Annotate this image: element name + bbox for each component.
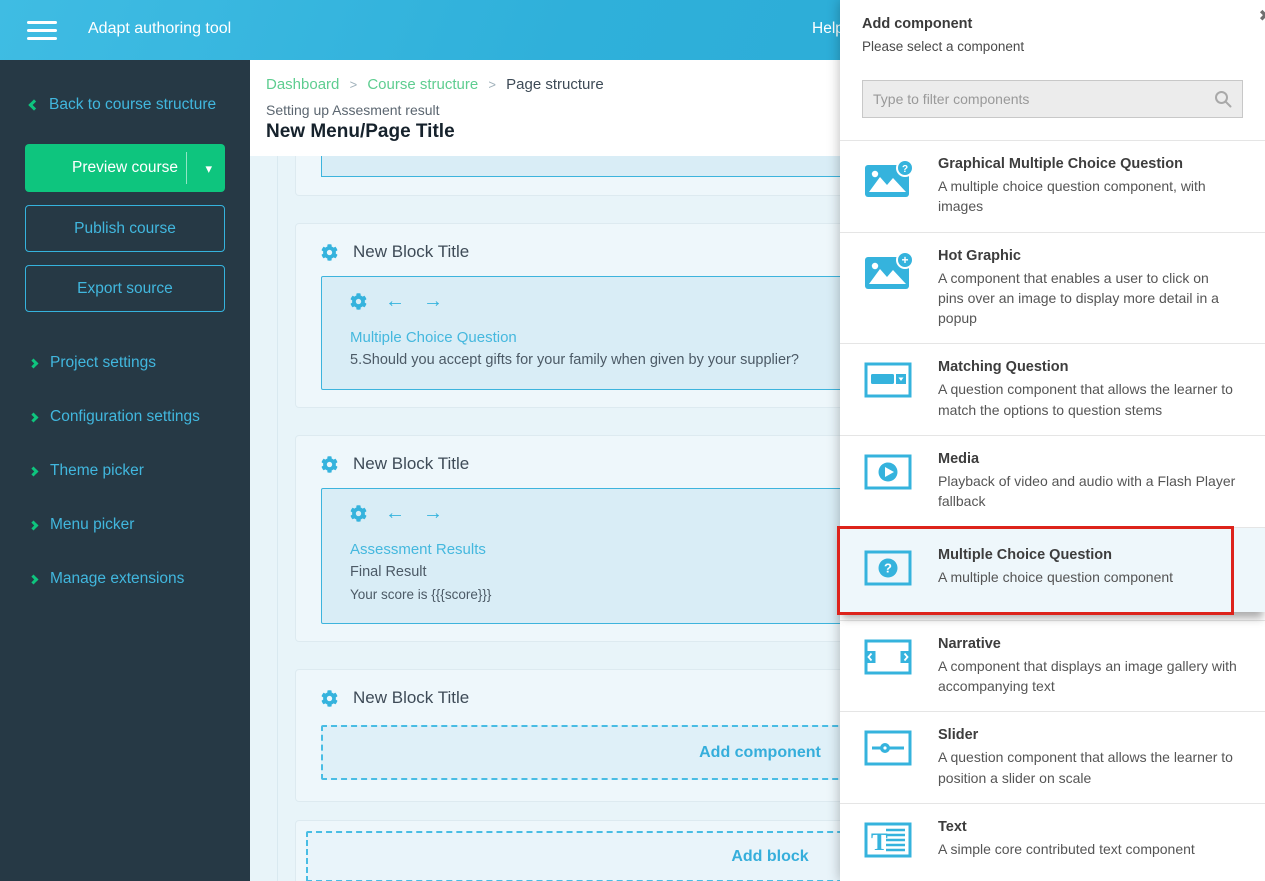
breadcrumb-separator: > <box>488 77 496 92</box>
component-item-name: Narrative <box>938 636 1238 652</box>
multiple-choice-question-icon: ? <box>864 550 914 588</box>
chevron-right-icon <box>29 412 39 422</box>
move-left-icon[interactable]: ← <box>385 291 405 311</box>
breadcrumb-course-structure[interactable]: Course structure <box>367 76 478 93</box>
component-item-hot-graphic[interactable]: + Hot Graphic A component that enables a… <box>840 232 1265 344</box>
publish-course-button[interactable]: Publish course <box>25 205 225 252</box>
sidebar-item-configuration-settings[interactable]: Configuration settings <box>30 408 250 426</box>
chevron-right-icon <box>29 466 39 476</box>
add-component-panel: ✖ Add component Please select a componen… <box>840 0 1265 881</box>
search-icon <box>1213 89 1233 109</box>
gear-icon[interactable] <box>321 690 338 707</box>
component-item-name: Text <box>938 819 1195 835</box>
graphical-multiple-choice-question-icon: ? <box>864 159 914 201</box>
export-source-button[interactable]: Export source <box>25 265 225 312</box>
text-icon: T <box>864 822 914 860</box>
preview-course-button[interactable]: Preview course ▾ <box>25 144 225 192</box>
breadcrumb-page-structure: Page structure <box>506 76 604 93</box>
component-item-name: Multiple Choice Question <box>938 547 1173 563</box>
export-source-label: Export source <box>77 280 173 298</box>
component-item-name: Slider <box>938 727 1238 743</box>
block-title: New Block Title <box>353 454 469 474</box>
component-item-narrative[interactable]: Narrative A component that displays an i… <box>840 620 1265 712</box>
app-title: Adapt authoring tool <box>88 20 231 38</box>
move-right-icon[interactable]: → <box>423 291 443 311</box>
component-item-description: Playback of video and audio with a Flash… <box>938 471 1238 512</box>
svg-text:?: ? <box>884 560 892 575</box>
chevron-right-icon <box>29 574 39 584</box>
component-item-matching-question[interactable]: Matching Question A question component t… <box>840 343 1265 435</box>
component-item-description: A question component that allows the lea… <box>938 747 1238 788</box>
move-right-icon[interactable]: → <box>423 503 443 523</box>
hamburger-menu-icon[interactable] <box>27 21 57 40</box>
matching-question-icon <box>864 362 914 400</box>
svg-text:?: ? <box>902 164 908 175</box>
sidebar-item-project-settings[interactable]: Project settings <box>30 354 250 372</box>
close-icon[interactable]: ✖ <box>1259 6 1265 26</box>
sidebar-item-menu-picker[interactable]: Menu picker <box>30 516 250 534</box>
gear-icon[interactable] <box>350 505 367 522</box>
button-divider <box>186 152 187 184</box>
sidebar-item-manage-extensions[interactable]: Manage extensions <box>30 570 250 588</box>
slider-icon <box>864 730 914 768</box>
component-item-name: Matching Question <box>938 359 1238 375</box>
block-title: New Block Title <box>353 242 469 262</box>
svg-text:T: T <box>871 829 888 856</box>
component-list: ? Graphical Multiple Choice Question A m… <box>840 140 1265 880</box>
chevron-left-icon <box>28 99 39 110</box>
chevron-right-icon <box>29 358 39 368</box>
component-item-name: Hot Graphic <box>938 248 1238 264</box>
sidebar-item-theme-picker[interactable]: Theme picker <box>30 462 250 480</box>
component-item-graphical-multiple-choice-question[interactable]: ? Graphical Multiple Choice Question A m… <box>840 140 1265 232</box>
breadcrumb-dashboard[interactable]: Dashboard <box>266 76 339 93</box>
breadcrumb-separator: > <box>350 77 358 92</box>
sidebar-links: Project settings Configuration settings … <box>0 354 250 588</box>
sidebar-item-label: Configuration settings <box>50 408 200 426</box>
preview-course-label: Preview course <box>72 159 178 177</box>
publish-course-label: Publish course <box>74 220 176 238</box>
block-title: New Block Title <box>353 688 469 708</box>
sidebar-item-label: Project settings <box>50 354 156 372</box>
sidebar-item-label: Theme picker <box>50 462 144 480</box>
component-item-description: A multiple choice question component <box>938 567 1173 587</box>
gear-icon[interactable] <box>350 293 367 310</box>
component-item-description: A question component that allows the lea… <box>938 379 1238 420</box>
gear-icon[interactable] <box>321 456 338 473</box>
component-item-name: Graphical Multiple Choice Question <box>938 156 1238 172</box>
component-filter-input[interactable] <box>862 80 1243 118</box>
component-item-description: A component that displays an image galle… <box>938 656 1238 697</box>
sidebar-item-label: Menu picker <box>50 516 134 534</box>
panel-subtitle: Please select a component <box>862 39 1243 54</box>
move-left-icon[interactable]: ← <box>385 503 405 523</box>
back-to-course-structure-link[interactable]: Back to course structure <box>30 96 250 114</box>
component-item-name: Media <box>938 451 1238 467</box>
media-icon <box>864 454 914 492</box>
gear-icon[interactable] <box>321 244 338 261</box>
component-item-description: A multiple choice question component, wi… <box>938 176 1238 217</box>
sidebar: Back to course structure Preview course … <box>0 60 250 881</box>
component-item-slider[interactable]: Slider A question component that allows … <box>840 711 1265 803</box>
caret-down-icon[interactable]: ▾ <box>205 161 212 177</box>
component-item-description: A component that enables a user to click… <box>938 268 1238 329</box>
component-item-text[interactable]: T Text A simple core contributed text co… <box>840 803 1265 880</box>
narrative-icon <box>864 639 914 677</box>
chevron-right-icon <box>29 520 39 530</box>
hot-graphic-icon: + <box>864 251 914 293</box>
panel-title: Add component <box>862 16 1243 32</box>
component-item-multiple-choice-question[interactable]: ? Multiple Choice Question A multiple ch… <box>840 527 1265 612</box>
sidebar-item-label: Manage extensions <box>50 570 184 588</box>
component-item-media[interactable]: Media Playback of video and audio with a… <box>840 435 1265 527</box>
back-link-label: Back to course structure <box>49 96 216 114</box>
component-item-description: A simple core contributed text component <box>938 839 1195 859</box>
svg-text:+: + <box>901 253 908 267</box>
